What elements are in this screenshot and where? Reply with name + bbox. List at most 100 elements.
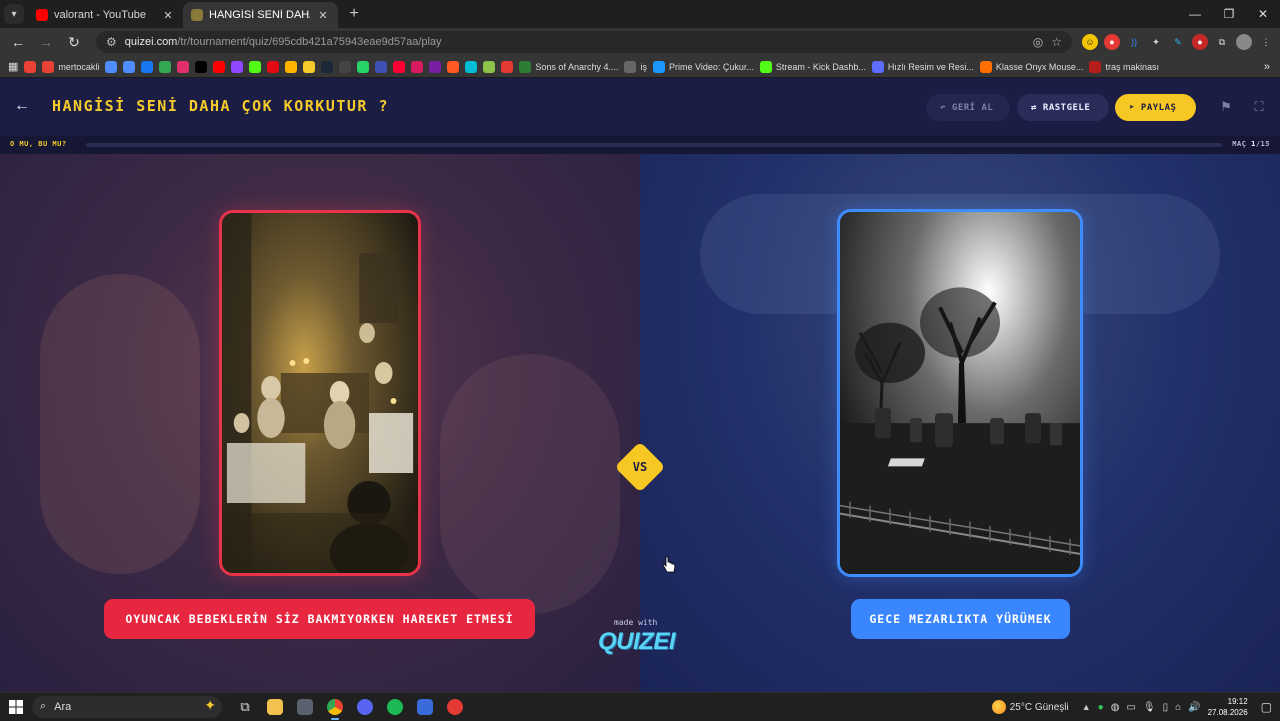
bookmark-favicon-icon xyxy=(105,60,118,73)
random-button[interactable]: ⇄ RASTGELE xyxy=(1017,94,1109,121)
bookmark-item[interactable] xyxy=(195,60,208,73)
close-tab-icon[interactable]: ✕ xyxy=(316,9,330,22)
calculator-icon[interactable] xyxy=(290,693,320,721)
extension-red-icon[interactable]: ● xyxy=(1104,34,1120,50)
bookmark-item[interactable] xyxy=(465,60,478,73)
tray-app-icon[interactable]: ◍ xyxy=(1111,702,1120,713)
extension-pin-icon[interactable]: ✦ xyxy=(1148,34,1164,50)
bookmark-favicon-icon xyxy=(375,60,388,73)
bookmark-star-icon[interactable]: ☆ xyxy=(1051,35,1062,49)
bookmark-item[interactable]: iş xyxy=(624,60,647,73)
discord-icon[interactable] xyxy=(350,693,380,721)
bookmark-item[interactable] xyxy=(24,60,37,73)
url-text[interactable]: quizei.com/tr/tournament/quiz/695cdb421a… xyxy=(125,36,1025,48)
extension-smiley-icon[interactable]: ☺ xyxy=(1082,34,1098,50)
chevron-up-icon[interactable]: ▲ xyxy=(1082,702,1091,712)
progress-bar xyxy=(86,143,1222,147)
bookmark-item[interactable]: Stream - Kick Dashb... xyxy=(759,60,866,73)
bookmark-item[interactable] xyxy=(159,60,172,73)
site-info-icon[interactable]: ⚙ xyxy=(106,35,117,49)
back-icon[interactable]: ← xyxy=(6,30,30,54)
bookmark-item[interactable] xyxy=(213,60,226,73)
match-counter: MAÇ 1/15 xyxy=(1232,140,1270,148)
right-choice-button[interactable]: GECE MEZARLIKTA YÜRÜMEK xyxy=(851,599,1070,639)
bookmark-item[interactable]: Klasse Onyx Mouse... xyxy=(979,60,1083,73)
tab-youtube[interactable]: valorant - YouTube ✕ xyxy=(28,2,183,28)
network-icon[interactable]: ⌂ xyxy=(1175,702,1181,713)
clock[interactable]: 19:12 27.08.2026 xyxy=(1208,696,1248,718)
bookmark-item[interactable] xyxy=(123,60,136,73)
right-option-image[interactable] xyxy=(837,209,1083,577)
bookmark-item[interactable] xyxy=(141,60,154,73)
bookmark-item[interactable] xyxy=(447,60,460,73)
bookmark-item[interactable]: traş makinası xyxy=(1089,60,1159,73)
left-option-image[interactable] xyxy=(219,210,421,576)
back-arrow-icon[interactable]: ← xyxy=(12,96,32,116)
file-explorer-icon[interactable] xyxy=(260,693,290,721)
bookmark-item[interactable]: Prime Video: Çukur... xyxy=(652,60,754,73)
bookmark-item[interactable] xyxy=(249,60,262,73)
microphone-icon[interactable]: 🎙 xyxy=(1143,702,1156,713)
bookmark-favicon-icon xyxy=(979,60,992,73)
matchup-arena: VS OYUNCAK BEBEKLERİN SİZ BAKMIYORKEN HA… xyxy=(0,154,1280,692)
bookmark-item[interactable] xyxy=(357,60,370,73)
notification-icon[interactable]: ▢ xyxy=(1261,700,1272,714)
address-bar[interactable]: ⚙ quizei.com/tr/tournament/quiz/695cdb42… xyxy=(96,31,1072,53)
eye-off-icon[interactable]: ◎ xyxy=(1033,35,1043,49)
bookmark-item[interactable]: Hızlı Resim ve Resi... xyxy=(871,60,974,73)
valorant-app-icon[interactable] xyxy=(410,693,440,721)
minimize-icon[interactable]: — xyxy=(1178,0,1212,28)
bookmarks-overflow-icon[interactable]: » xyxy=(1264,61,1270,73)
bookmark-item[interactable]: mertocakli xyxy=(42,60,99,73)
bookmark-item[interactable] xyxy=(231,60,244,73)
fullscreen-icon[interactable]: ⛶ xyxy=(1250,98,1268,116)
green-status-icon[interactable]: ● xyxy=(1098,702,1104,713)
forward-icon[interactable]: → xyxy=(34,30,58,54)
undo-button[interactable]: ↶ GERİ AL xyxy=(926,94,1010,121)
bookmark-item[interactable] xyxy=(483,60,496,73)
task-view-icon[interactable]: ⧉ xyxy=(230,693,260,721)
bookmark-item[interactable]: Sons of Anarchy 4.... xyxy=(519,60,618,73)
battery-icon[interactable]: ▯ xyxy=(1163,702,1169,713)
bookmark-item[interactable] xyxy=(177,60,190,73)
taskbar-search[interactable]: ⌕ Ara ✦ xyxy=(32,695,222,718)
more-menu-icon[interactable]: ⋮ xyxy=(1258,34,1274,50)
tab-search-chevron-icon[interactable]: ▾ xyxy=(4,4,24,24)
spotify-icon[interactable] xyxy=(380,693,410,721)
bookmark-item[interactable] xyxy=(339,60,352,73)
bookmark-item[interactable] xyxy=(105,60,118,73)
restore-icon[interactable]: ❐ xyxy=(1212,0,1246,28)
bookmark-item[interactable] xyxy=(267,60,280,73)
extension-blue-icon[interactable]: )) xyxy=(1126,34,1142,50)
close-window-icon[interactable]: ✕ xyxy=(1246,0,1280,28)
weather-widget[interactable]: 25°C Güneşli xyxy=(991,700,1069,714)
volume-icon[interactable]: 🔊 xyxy=(1188,702,1200,713)
share-button[interactable]: ➤ PAYLAŞ xyxy=(1115,94,1196,121)
bookmark-item[interactable] xyxy=(285,60,298,73)
windows-start-icon[interactable] xyxy=(0,693,32,721)
flag-icon[interactable]: ⚑ xyxy=(1217,98,1235,116)
left-choice-button[interactable]: OYUNCAK BEBEKLERİN SİZ BAKMIYORKEN HAREK… xyxy=(104,599,535,639)
bookmark-item[interactable] xyxy=(429,60,442,73)
tab-quizei[interactable]: HANGİSİ SENİ DAHA ÇOK KORKUTUR ? ✕ xyxy=(183,2,338,28)
bookmark-item[interactable] xyxy=(375,60,388,73)
tray-device-icon[interactable]: ▭ xyxy=(1126,702,1135,713)
apps-grid-icon[interactable]: ▦ xyxy=(8,60,18,73)
steelseries-icon[interactable] xyxy=(440,693,470,721)
extension-badge-icon[interactable]: ● xyxy=(1192,34,1208,50)
bookmark-item[interactable] xyxy=(411,60,424,73)
bookmark-item[interactable] xyxy=(303,60,316,73)
chrome-icon[interactable] xyxy=(320,693,350,721)
reload-icon[interactable]: ↻ xyxy=(62,30,86,54)
extension-teal-icon[interactable]: ✎ xyxy=(1170,34,1186,50)
bookmark-item[interactable] xyxy=(321,60,334,73)
extensions-puzzle-icon[interactable]: ⧉ xyxy=(1214,34,1230,50)
bookmark-item[interactable] xyxy=(393,60,406,73)
made-with-quizei-badge[interactable]: made with QUIZEI xyxy=(590,616,690,666)
new-tab-button[interactable]: + xyxy=(342,2,366,26)
profile-avatar[interactable] xyxy=(1236,34,1252,50)
undo-icon: ↶ xyxy=(940,102,946,113)
close-tab-icon[interactable]: ✕ xyxy=(161,9,175,22)
bookmark-favicon-icon xyxy=(321,60,334,73)
bookmark-item[interactable] xyxy=(501,60,514,73)
